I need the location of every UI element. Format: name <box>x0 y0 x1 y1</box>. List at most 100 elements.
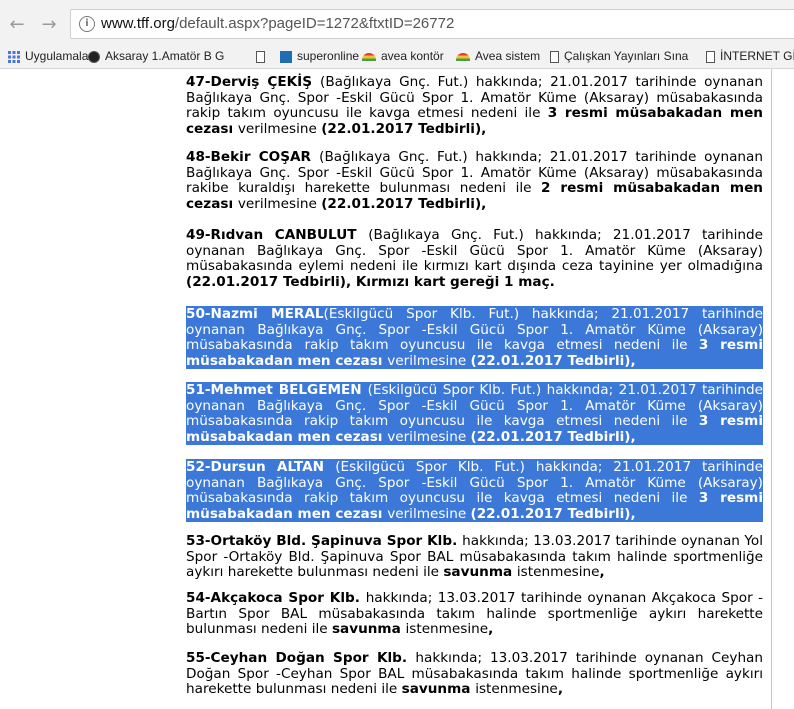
bold-text: 3 resmi müsabakadan men <box>547 105 763 122</box>
bookmark-label: Uygulamalar <box>25 49 93 63</box>
info-icon[interactable]: i <box>79 16 95 32</box>
page-content: 47-Derviş ÇEKİŞ (Bağlıkaya Gnç. Fut.) ha… <box>0 69 794 709</box>
decision-entry: 51-Mehmet BELGEMEN (Eskilgücü Spor Klb. … <box>186 382 764 446</box>
bookmark-4[interactable]: avea kontör <box>362 47 444 65</box>
bold-text: (22.01.2017 Tedbirli), <box>470 352 636 369</box>
entry-text: hakkında; 13.03.2017 tarihinde oynanan Y… <box>462 533 763 549</box>
arrow-right-icon[interactable]: → <box>38 14 60 36</box>
bookmark-3[interactable]: superonline <box>280 47 359 65</box>
entry-text: rakip takım oyuncusu ile kavga etmesi ne… <box>186 105 548 122</box>
decision-entry: 52-Dursun ALTAN (Eskilgücü Spor Klb. Fut… <box>186 459 764 523</box>
bookmark-1[interactable]: Aksaray 1.Amatör B G <box>88 47 224 65</box>
url-host: www.tff.org <box>101 15 175 32</box>
entry-text: (Bağlıkaya Gnç. Fut.) hakkında; 21.01.20… <box>319 149 763 165</box>
bold-text: 3 resmi <box>698 490 764 507</box>
bold-text: cezası <box>335 352 388 369</box>
bookmark-0[interactable]: Uygulamalar <box>8 47 92 65</box>
page-icon <box>550 50 559 63</box>
entry-text: verilmesine <box>237 195 322 212</box>
entry-text: hakkında; 13.03.2017 tarihinde oynanan C… <box>415 650 763 666</box>
bold-text: , <box>599 564 605 581</box>
entry-text: Bartın Spor BAL müsabakasında takım hali… <box>186 605 763 622</box>
apps-grid-icon <box>8 50 20 63</box>
bookmarks-bar: Uygulamalar Aksaray 1.Amatör B G superonli… <box>0 44 794 66</box>
entry-text: (Eskilgücü Spor Klb. Fut.) hakkında; 21.… <box>335 459 764 475</box>
entry-text: harekette bulunması nedeni ile <box>186 681 402 698</box>
bold-text: savunma <box>331 621 406 638</box>
content-border <box>771 69 772 709</box>
bold-text: 48-Bekir COŞAR <box>186 149 320 165</box>
page-icon <box>256 50 265 63</box>
bold-text: müsabakadan men cezası <box>186 505 388 522</box>
decision-entry: 53-Ortaköy Bld. Şapinuva Spor Klb. hakkı… <box>186 533 763 581</box>
entry-text: (Bağlıkaya Gnç. Fut.) hakkında; 21.01.20… <box>368 227 764 243</box>
bookmark-2[interactable] <box>256 47 270 65</box>
bookmark-label: avea kontör <box>381 49 444 63</box>
bold-text: (22.01.2017 Tedbirli), <box>470 505 636 522</box>
bookmark-6[interactable]: Çalışkan Yayınları Sına <box>550 47 688 65</box>
bold-text: müsabakadan men cezası <box>186 428 388 445</box>
entry-text: verilmesine <box>237 120 322 137</box>
bookmark-label: Aksaray 1.Amatör B G <box>105 49 225 63</box>
browser-toolbar: ← → i www.tff.org/default.aspx?pageID=12… <box>0 0 794 69</box>
entry-text: verilmesine <box>387 428 471 445</box>
entry-text: istenmesine <box>475 681 558 698</box>
decision-entry: 49-Rıdvan CANBULUT (Bağlıkaya Gnç. Fut.)… <box>186 227 764 290</box>
entry-text: istenmesine <box>405 621 489 638</box>
entry-text: Doğan Spor -Ceyhan Spor BAL müsabakasınd… <box>186 665 763 682</box>
bold-text: 49-Rıdvan CANBULUT <box>186 227 369 243</box>
url-text[interactable]: www.tff.org/default.aspx?pageID=1272&ftx… <box>101 15 454 32</box>
soccer-ball-icon <box>88 50 100 63</box>
entry-text: bulunması nedeni ile <box>186 621 332 638</box>
bold-text: cezası <box>186 120 238 137</box>
bookmark-5[interactable]: Avea sistem <box>456 47 540 65</box>
entry-text: (Eskilgücü Spor Klb. Fut.) hakkında; 21.… <box>367 382 763 398</box>
bold-text: 53-Ortaköy Bld. Şapinuva Spor Klb. <box>186 533 463 549</box>
bold-text: savunma <box>401 681 476 698</box>
entry-text: verilmesine <box>387 505 471 522</box>
entry-text: oynanan Bağlıkaya Gnç. Spor -Eskil Gücü … <box>186 242 763 259</box>
arrow-left-icon[interactable]: ← <box>6 14 28 36</box>
entry-text: oynanan Bağlıkaya Gnç. Spor -Eskil Gücü … <box>186 397 763 414</box>
entry-text: Spor -Ortaköy Bld. Şapinuva Spor BAL müs… <box>186 548 763 565</box>
decision-entry: 48-Bekir COŞAR (Bağlıkaya Gnç. Fut.) hak… <box>186 149 763 212</box>
entry-text: müsabakasında eylemi nedeni ile kırmızı … <box>186 258 763 275</box>
bold-text: , <box>488 621 494 638</box>
bold-text: savunma <box>443 564 517 581</box>
bold-text: (22.01.2017 Tedbirli), <box>321 195 487 212</box>
bold-text: 51-Mehmet BELGEMEN <box>186 382 368 398</box>
bookmark-label: superonline <box>297 49 360 63</box>
entry-text: Bağlıkaya Gnç. Spor -Eskil Gücü Spor 1. … <box>186 89 763 106</box>
bold-text: 52-Dursun ALTAN <box>186 459 336 475</box>
bold-text: 55-Ceyhan Doğan Spor Klb. <box>186 650 416 666</box>
entry-text: istenmesine <box>516 564 600 581</box>
square-logo-icon <box>280 50 292 63</box>
entry-text: hakkında; 13.03.2017 tarihinde oynanan A… <box>365 590 763 606</box>
bold-text: 3 resmi <box>698 413 764 430</box>
entry-text: müsabakasında rakip takım oyuncusu ile k… <box>186 413 699 430</box>
url-path: /default.aspx?pageID=1272&ftxtID=26772 <box>174 15 455 32</box>
page-icon <box>706 50 715 63</box>
bold-text: 47-Derviş ÇEKİŞ <box>186 74 321 90</box>
bold-text: , <box>557 681 563 698</box>
entry-text: rakibe kuraldışı harekette bulunması ned… <box>186 180 542 197</box>
entry-text: Bağlıkaya Gnç. Spor -Eskil Gücü Spor 1. … <box>186 164 763 181</box>
entry-text: rakip takım oyuncusu ile kavga etmesi ne… <box>304 337 699 354</box>
bold-text: 50-Nazmi MERAL <box>186 306 324 322</box>
rainbow-logo-icon <box>362 52 376 61</box>
entry-text: oynanan Bağlıkaya Gnç. Spor -Eskil Gücü … <box>186 474 763 491</box>
bookmark-label: Çalışkan Yayınları Sına <box>564 49 689 63</box>
bookmark-label: İNTERNET Gİ <box>720 49 794 63</box>
bold-text: (22.01.2017 Tedbirli), Kırmızı kart gere… <box>186 273 555 290</box>
bookmark-label: Avea sistem <box>475 49 541 63</box>
entry-text: (Bağlıkaya Gnç. Fut.) hakkında; 21.01.20… <box>320 74 763 90</box>
rainbow-logo-icon <box>456 52 470 61</box>
bold-text: (22.01.2017 Tedbirli), <box>321 120 487 137</box>
decision-entry: 47-Derviş ÇEKİŞ (Bağlıkaya Gnç. Fut.) ha… <box>186 74 763 137</box>
bookmark-7[interactable]: İNTERNET Gİ <box>706 47 794 65</box>
address-bar[interactable]: i www.tff.org/default.aspx?pageID=1272&f… <box>70 9 794 39</box>
decision-entry: 50-Nazmi MERAL(Eskilgücü Spor Klb. Fut.)… <box>186 306 764 370</box>
entry-text: aykırı harekette bulunması nedeni ile <box>186 564 444 581</box>
bold-text: (22.01.2017 Tedbirli), <box>470 428 636 445</box>
entry-text: müsabakasında rakip takım oyuncusu ile k… <box>186 490 699 507</box>
